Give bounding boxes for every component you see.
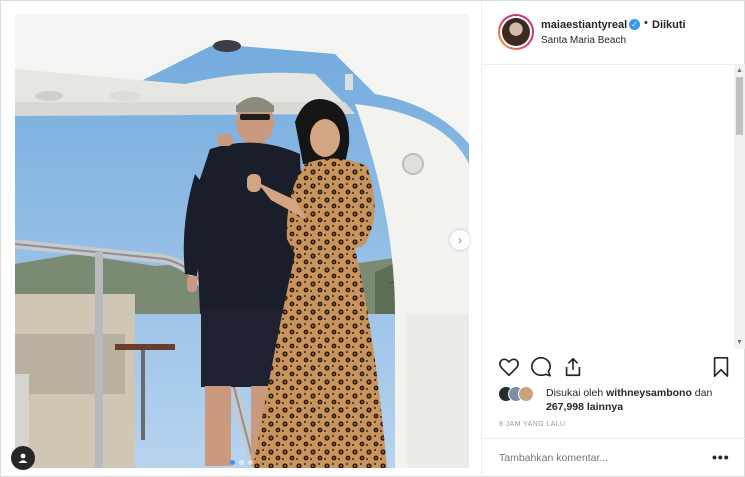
- post-actions: [482, 356, 745, 382]
- profile-avatar[interactable]: [498, 14, 534, 50]
- more-options-button[interactable]: •••: [712, 449, 730, 465]
- liked-by-joiner: dan: [691, 387, 713, 399]
- user-tag-button[interactable]: [11, 446, 35, 470]
- comment-icon[interactable]: [530, 356, 552, 378]
- comment-input[interactable]: [499, 452, 699, 464]
- first-liker-link[interactable]: withneysambono: [606, 387, 692, 399]
- next-slide-button[interactable]: ›: [450, 230, 470, 250]
- post-photo[interactable]: [15, 14, 469, 468]
- others-likes-link[interactable]: 267,998 lainnya: [546, 401, 623, 413]
- post-timestamp[interactable]: 8 JAM YANG LALU: [499, 421, 565, 428]
- carousel-dot: [230, 460, 235, 465]
- comments-scrollbar[interactable]: ▲ ▼: [734, 65, 745, 349]
- heart-icon[interactable]: [498, 356, 520, 378]
- post-header: maiaestiantyreal ✓ • Diikuti Santa Maria…: [482, 1, 745, 65]
- comment-bar: •••: [482, 438, 745, 477]
- scroll-up-arrow-icon[interactable]: ▲: [736, 67, 743, 75]
- user-tag-icon: [18, 453, 28, 463]
- username-link[interactable]: maiaestiantyreal: [541, 19, 627, 31]
- liked-by-text: Disukai oleh withneysambono dan: [546, 387, 712, 399]
- header-separator: •: [644, 17, 648, 29]
- carousel-dot: [239, 460, 244, 465]
- liker-avatar[interactable]: [518, 386, 534, 402]
- bookmark-icon[interactable]: [710, 356, 732, 378]
- scroll-thumb[interactable]: [736, 77, 743, 135]
- share-icon[interactable]: [562, 356, 584, 378]
- liker-avatars[interactable]: [498, 386, 544, 402]
- follow-status-button[interactable]: Diikuti: [652, 19, 686, 31]
- carousel-dot: [248, 460, 253, 465]
- avatar-image: [502, 18, 530, 46]
- verified-badge-icon: ✓: [629, 19, 640, 30]
- post-modal: › maiaestiantyreal ✓ • Diikuti Santa Mar…: [0, 0, 745, 477]
- carousel-indicator: [230, 460, 253, 465]
- liked-by-prefix: Disukai oleh: [546, 387, 607, 399]
- post-sidebar: maiaestiantyreal ✓ • Diikuti Santa Maria…: [481, 1, 745, 477]
- scroll-down-arrow-icon[interactable]: ▼: [736, 339, 743, 347]
- photo-yacht-couple: [15, 14, 469, 468]
- likes-summary: Disukai oleh withneysambono dan 267,998 …: [498, 386, 738, 416]
- location-link[interactable]: Santa Maria Beach: [541, 35, 626, 46]
- chevron-right-icon: ›: [458, 233, 462, 247]
